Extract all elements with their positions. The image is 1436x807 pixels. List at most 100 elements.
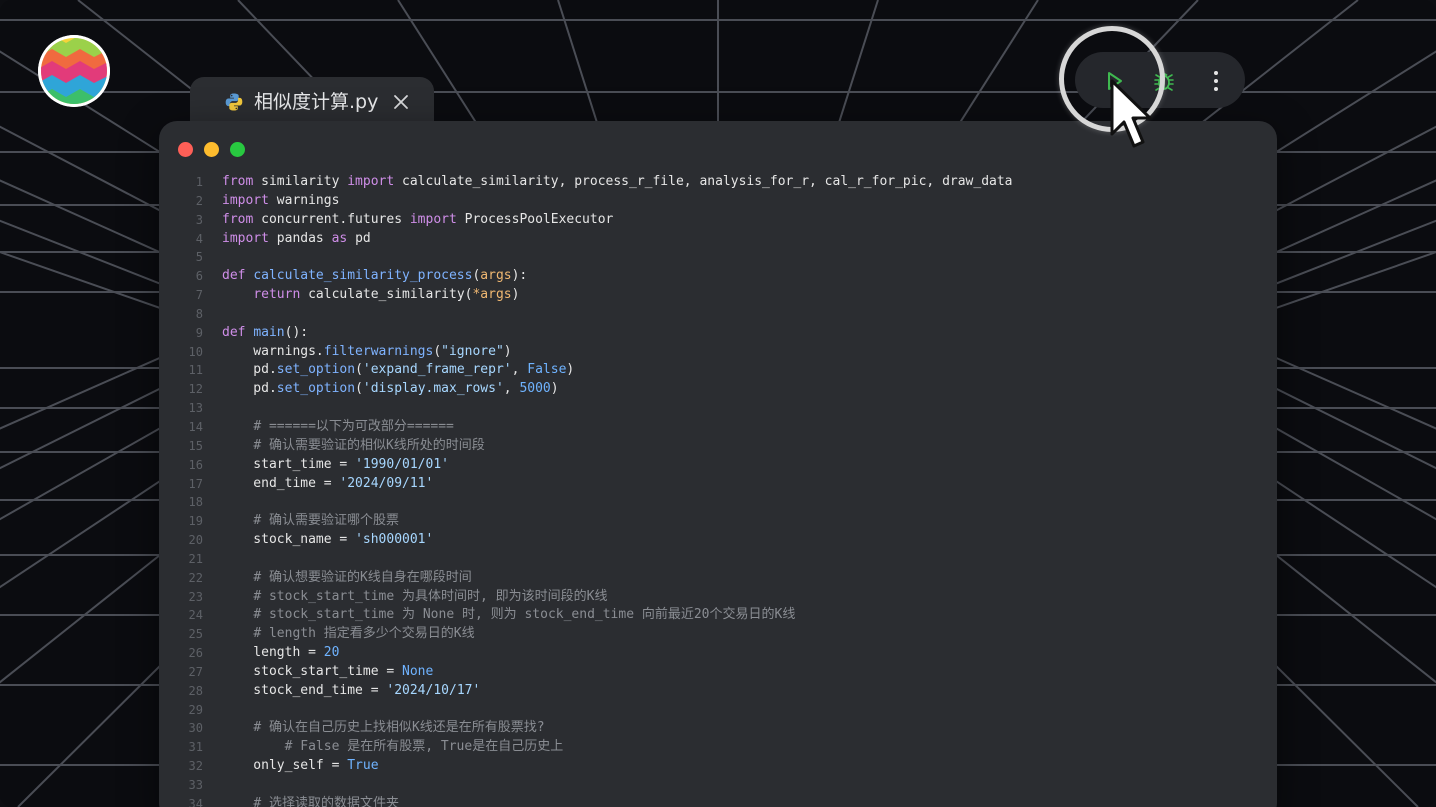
code-line: 22 # 确认想要验证的K线自身在哪段时间 [159,569,1277,588]
code-text: # 确认在自己历史上找相似K线还是在所有股票找? [253,720,545,736]
code-line: 27 stock_start_time = None [159,663,1277,682]
more-vertical-icon[interactable] [1203,68,1229,94]
line-number: 28 [188,683,203,698]
app-logo [38,35,110,107]
code-line: 26 length = 20 [159,644,1277,663]
line-number: 9 [195,325,203,340]
code-line: 33 [159,776,1277,795]
code-text: end_time = '2024/09/11' [222,475,434,491]
line-number: 17 [188,476,203,491]
line-number: 23 [188,589,203,604]
line-number: 1 [195,175,203,189]
code-line: 1 from similarity import calculate_simila… [159,173,1277,192]
code-line: 5 [159,248,1277,267]
code-text: stock_start_time = None [222,663,434,679]
line-number: 12 [188,382,203,397]
code-line: 6 def calculate_similarity_process(args): [159,267,1277,286]
code-line: 31 # False 是在所有股票, True是在自己历史上 [159,738,1277,757]
code-text: # stock_start_time 为具体时间时, 即为该时间段的K线 [253,588,608,604]
line-number: 16 [188,457,203,472]
line-number: 18 [188,495,203,510]
code-line: 30 # 确认在自己历史上找相似K线还是在所有股票找? [159,719,1277,738]
code-text: stock_end_time = '2024/10/17' [222,682,481,698]
mouse-pointer-icon [1110,79,1152,148]
line-number: 21 [188,551,203,566]
line-number: 14 [188,419,203,434]
code-line: 15 # 确认需要验证的相似K线所处的时间段 [159,437,1277,456]
code-line: 21 [159,550,1277,569]
python-icon [225,93,243,111]
line-number: 4 [195,231,203,246]
line-number: 10 [188,344,203,359]
code-line: 34 # 选择读取的数据文件夹 [159,795,1277,807]
line-number: 6 [195,269,203,284]
window-minimize-button[interactable] [204,142,219,157]
code-text: def calculate_similarity_process(args): [222,268,528,284]
code-line: 2 import warnings [159,192,1277,211]
code-line: 3 from concurrent.futures import ProcessP… [159,211,1277,230]
line-number: 3 [195,212,203,227]
code-line: 16 start_time = '1990/01/01' [159,456,1277,475]
code-text: import pandas as pd [222,230,371,246]
code-text: # 确认需要验证哪个股票 [253,513,399,529]
line-number: 27 [188,664,203,679]
window-maximize-button[interactable] [230,142,245,157]
code-editor-window[interactable]: 1 from similarity import calculate_simila… [159,121,1277,807]
code-text: length = 20 [222,645,340,661]
code-line: 10 warnings.filterwarnings("ignore") [159,343,1277,362]
code-text: # ======以下为可改部分====== [253,418,454,434]
line-number: 7 [195,288,203,303]
line-number: 13 [188,401,203,416]
code-line: 4 import pandas as pd [159,230,1277,249]
rainbow-zigzag-icon [38,35,110,107]
code-line: 12 pd.set_option('display.max_rows', 500… [159,380,1277,399]
code-text: start_time = '1990/01/01' [222,456,449,472]
code-line: 18 [159,493,1277,512]
line-number: 19 [188,514,203,529]
code-line: 17 end_time = '2024/09/11' [159,475,1277,494]
line-number: 34 [188,796,203,807]
code-line: 25 # length 指定看多少个交易日的K线 [159,625,1277,644]
code-text: from concurrent.futures import ProcessPo… [222,211,614,227]
code-line: 28 stock_end_time = '2024/10/17' [159,682,1277,701]
code-text: pd.set_option('display.max_rows', 5000) [222,381,559,397]
code-line: 7 return calculate_similarity(*args) [159,286,1277,305]
line-number: 22 [188,570,203,585]
code-line: 13 [159,399,1277,418]
tab-filename: 相似度计算.py [254,91,379,113]
line-number: 26 [188,646,203,661]
code-line: 23 # stock_start_time 为具体时间时, 即为该时间段的K线 [159,588,1277,607]
close-icon[interactable] [392,93,410,111]
window-close-button[interactable] [178,142,193,157]
code-area[interactable]: 1 from similarity import calculate_simila… [159,173,1277,807]
line-number: 29 [188,702,203,717]
code-line: 9 def main(): [159,324,1277,343]
app-stage: 相似度计算.py 1 from similarity import calcula… [0,0,1436,807]
line-number: 11 [188,363,203,378]
code-text: pd.set_option('expand_frame_repr', False… [222,362,575,378]
code-line: 14 # ======以下为可改部分====== [159,418,1277,437]
line-number: 15 [188,438,203,453]
line-number: 8 [195,306,203,321]
code-line: 32 only_self = True [159,757,1277,776]
line-number: 31 [188,740,203,755]
code-text: # length 指定看多少个交易日的K线 [253,626,475,642]
code-text: from similarity import calculate_similar… [222,174,1013,189]
code-text: only_self = True [222,758,379,774]
code-text: import warnings [222,192,340,208]
code-line: 11 pd.set_option('expand_frame_repr', Fa… [159,361,1277,380]
code-text: return calculate_similarity(*args) [253,287,520,303]
code-line: 8 [159,305,1277,324]
line-number: 5 [195,250,203,265]
line-number: 2 [195,193,203,208]
line-number: 30 [188,721,203,736]
code-text: # 确认需要验证的相似K线所处的时间段 [253,437,485,453]
line-number: 33 [188,778,203,792]
code-line: 19 # 确认需要验证哪个股票 [159,512,1277,531]
line-number: 24 [188,608,203,623]
code-text: stock_name = 'sh000001' [222,532,434,548]
code-text: warnings.filterwarnings("ignore") [222,343,512,359]
code-line: 24 # stock_start_time 为 None 时, 则为 stock… [159,606,1277,625]
code-line: 20 stock_name = 'sh000001' [159,531,1277,550]
code-text: # False 是在所有股票, True是在自己历史上 [284,739,564,755]
